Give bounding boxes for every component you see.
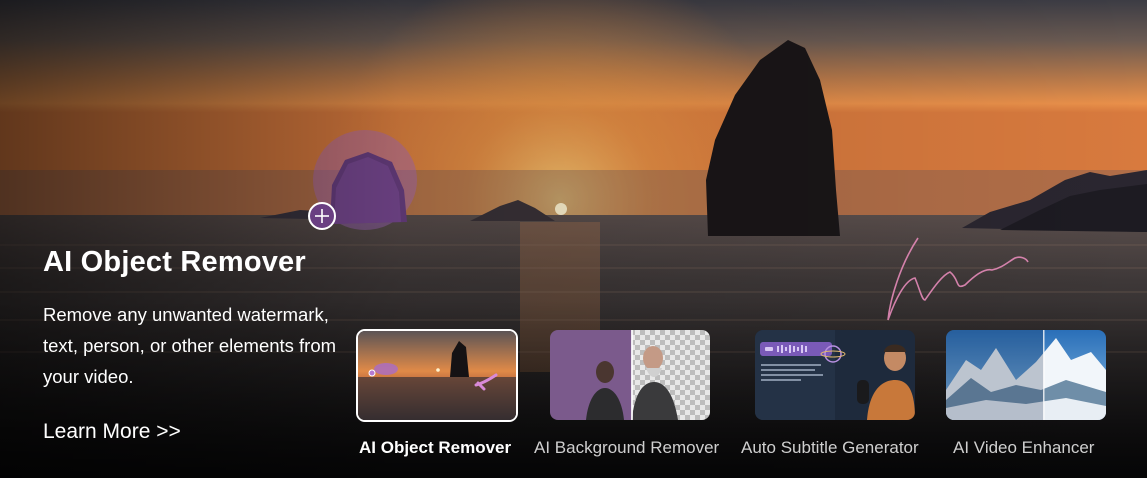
hero-title: AI Object Remover xyxy=(43,246,306,278)
tab-ai-video-enhancer-thumbnail[interactable] xyxy=(946,330,1106,420)
tab-ai-background-remover-thumbnail[interactable] xyxy=(550,330,710,420)
tab-auto-subtitle-generator[interactable]: Auto Subtitle Generator xyxy=(741,438,919,458)
feature-tab-strip: AI Object Remover AI Background Remover … xyxy=(0,329,1147,478)
tab-ai-video-enhancer[interactable]: AI Video Enhancer xyxy=(953,438,1094,458)
tab-ai-object-remover-thumbnail[interactable] xyxy=(356,329,518,422)
tab-ai-background-remover[interactable]: AI Background Remover xyxy=(534,438,719,458)
selection-cursor-icon[interactable] xyxy=(306,200,338,232)
tab-ai-object-remover[interactable]: AI Object Remover xyxy=(359,438,511,458)
tab-auto-subtitle-generator-thumbnail[interactable] xyxy=(755,330,915,420)
hero-banner: AI Object Remover Remove any unwanted wa… xyxy=(0,0,1147,478)
thumbnail-split-line xyxy=(631,330,632,420)
